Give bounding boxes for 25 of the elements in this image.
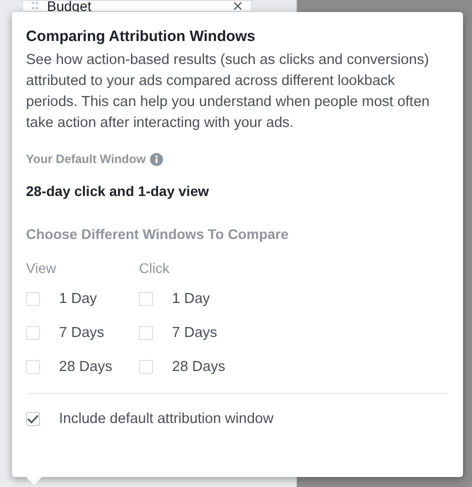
checkbox[interactable] bbox=[139, 292, 153, 306]
option-label: 1 Day bbox=[59, 291, 97, 307]
chip-label: Budget bbox=[47, 0, 92, 14]
default-window-label: Your Default Window bbox=[26, 152, 146, 166]
option-label: 1 Day bbox=[172, 291, 210, 307]
option-label: 7 Days bbox=[172, 325, 218, 341]
compare-heading: Choose Different Windows To Compare bbox=[26, 226, 290, 242]
checkbox[interactable] bbox=[26, 360, 40, 374]
option-label: 28 Days bbox=[172, 359, 226, 375]
checkbox[interactable] bbox=[139, 360, 153, 374]
checkbox[interactable] bbox=[26, 292, 40, 306]
checkbox[interactable] bbox=[26, 326, 40, 340]
info-icon[interactable] bbox=[150, 152, 163, 166]
budget-chip[interactable]: Budget × bbox=[22, 0, 252, 12]
option-label: 7 Days bbox=[59, 325, 104, 341]
description: See how action-based results (such as clicks and conversions) attributed to your ads compared across different lookback periods. This can help you understand when people most often take action after interacting with your ads. bbox=[26, 51, 431, 133]
checkbox[interactable] bbox=[26, 412, 40, 426]
column-header: Click bbox=[139, 260, 170, 278]
default-window-value: 28-day click and 1-day view bbox=[26, 183, 210, 199]
option-label: Include default attribution window bbox=[59, 411, 274, 427]
checkbox[interactable] bbox=[139, 326, 153, 340]
drag-handle-icon bbox=[31, 1, 39, 11]
popover-title: Comparing Attribution Windows bbox=[26, 28, 256, 46]
column-header: View bbox=[26, 260, 58, 278]
option-label: 28 Days bbox=[59, 359, 112, 375]
